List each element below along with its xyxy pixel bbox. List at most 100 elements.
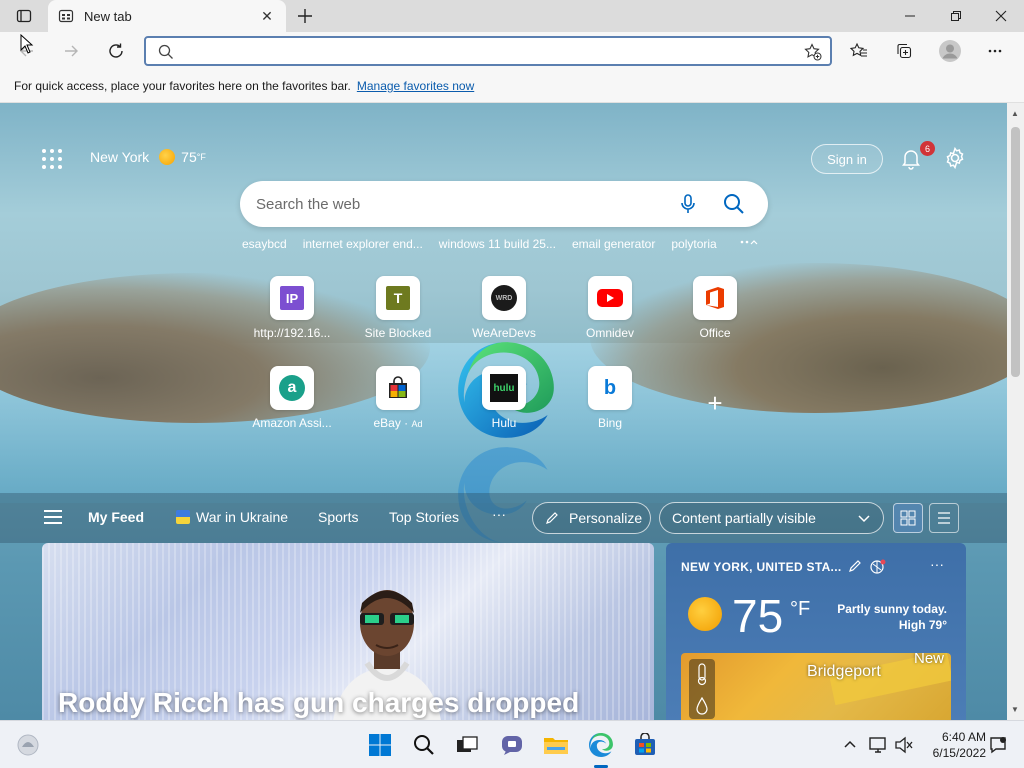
weather-more-icon[interactable]: ···	[930, 556, 944, 572]
detect-location-icon[interactable]	[869, 558, 887, 576]
shortcut-amazon-assistant[interactable]: a Amazon Assi...	[247, 366, 337, 430]
office-icon	[693, 276, 737, 320]
page-scrollbar[interactable]: ▲ ▼	[1007, 103, 1024, 720]
pencil-icon	[546, 512, 558, 524]
personalize-button[interactable]: Personalize	[532, 502, 651, 534]
profile-button[interactable]	[935, 36, 965, 66]
scroll-down-icon[interactable]: ▼	[1011, 705, 1019, 714]
weather-card[interactable]: NEW YORK, UNITED STA... ··· 75 °F Partly…	[666, 543, 966, 720]
web-search-box[interactable]: Search the web	[240, 181, 768, 227]
chat-icon	[502, 736, 522, 755]
suggestion-item[interactable]: email generator	[572, 237, 655, 251]
feed-menu-icon[interactable]	[44, 510, 62, 524]
shortcut-hulu[interactable]: hulu Hulu	[459, 366, 549, 430]
shortcut-omnidev[interactable]: Omnidev	[565, 276, 655, 340]
file-explorer-button[interactable]	[542, 731, 570, 759]
map-layer-buttons[interactable]	[689, 659, 715, 719]
store-button[interactable]	[631, 731, 659, 759]
shortcut-label: Bing	[597, 416, 623, 430]
widgets-button[interactable]	[14, 731, 42, 759]
shortcut-bing[interactable]: b Bing	[565, 366, 655, 430]
scroll-up-icon[interactable]: ▲	[1011, 109, 1019, 118]
chevron-down-icon	[858, 515, 870, 523]
feed-tab-war-in-ukraine[interactable]: War in Ukraine	[176, 509, 288, 525]
windows-taskbar: 6:40 AM 6/15/2022	[0, 720, 1024, 768]
new-tab-page: New York 75 °F Sign in 6 Search the web e…	[0, 103, 1007, 720]
shortcut-ip[interactable]: IP http://192.16...	[247, 276, 337, 340]
new-tab-button[interactable]	[292, 4, 318, 28]
task-view-button[interactable]	[453, 731, 481, 759]
close-button[interactable]	[978, 0, 1024, 32]
shortcut-wearedevs[interactable]: WRD WeAreDevs	[459, 276, 549, 340]
folder-icon	[544, 738, 568, 754]
restore-button[interactable]	[933, 0, 979, 32]
grid-layout-button[interactable]	[893, 503, 923, 533]
manage-favorites-link[interactable]: Manage favorites now	[357, 79, 474, 93]
collections-button[interactable]	[889, 36, 919, 66]
network-button[interactable]	[864, 731, 892, 759]
news-headline[interactable]: Roddy Ricch has gun charges dropped	[58, 687, 579, 719]
feed-navigation-bar: My Feed War in Ukraine Sports Top Storie…	[0, 493, 1007, 543]
scrollbar-thumb[interactable]	[1011, 127, 1020, 377]
weather-map[interactable]: Bridgeport New	[681, 653, 951, 720]
more-horizontal-icon	[988, 49, 1002, 53]
suggestion-item[interactable]: polytoria	[671, 237, 716, 251]
shortcut-label: Hulu	[491, 416, 517, 430]
feed-tab-my-feed[interactable]: My Feed	[88, 509, 144, 525]
taskbar-search-button[interactable]	[410, 731, 438, 759]
suggestion-item[interactable]: windows 11 build 25...	[439, 237, 556, 251]
volume-button[interactable]	[890, 731, 918, 759]
favorites-icon	[850, 42, 867, 57]
weather-summary[interactable]: New York 75 °F	[90, 149, 206, 165]
sunny-weather-icon	[688, 597, 722, 631]
tab-new-tab[interactable]: New tab ✕	[48, 0, 286, 32]
amazon-icon: a	[270, 366, 314, 410]
teams-chat-button[interactable]	[498, 731, 526, 759]
feed-tab-top-stories[interactable]: Top Stories	[389, 509, 459, 525]
tab-close-icon[interactable]: ✕	[258, 7, 276, 25]
tab-actions-button[interactable]	[8, 4, 40, 28]
add-favorite-icon[interactable]	[804, 43, 822, 61]
address-bar[interactable]	[144, 36, 832, 66]
edge-icon	[589, 733, 613, 757]
clock-date: 6/15/2022	[932, 746, 986, 760]
notification-center-button[interactable]	[984, 731, 1012, 759]
settings-and-more-button[interactable]	[980, 36, 1010, 66]
bing-icon: b	[588, 366, 632, 410]
ip-icon: IP	[270, 276, 314, 320]
news-card-main[interactable]: Roddy Ricch has gun charges dropped	[42, 543, 654, 720]
system-clock[interactable]: 6:40 AM 6/15/2022	[920, 729, 986, 761]
favorites-button[interactable]	[844, 36, 874, 66]
shortcut-office[interactable]: Office	[670, 276, 760, 340]
forward-button[interactable]	[56, 36, 86, 66]
start-button[interactable]	[366, 731, 394, 759]
weather-description: Partly sunny today. High 79°	[837, 602, 947, 632]
shortcut-ebay[interactable]: eBay · Ad	[353, 366, 443, 430]
shortcut-label: eBay · Ad	[373, 416, 423, 430]
refresh-button[interactable]	[101, 36, 131, 66]
show-hidden-icons-button[interactable]	[836, 731, 864, 759]
suggestion-item[interactable]: internet explorer end...	[303, 237, 423, 251]
feed-tab-sports[interactable]: Sports	[318, 509, 358, 525]
minimize-button[interactable]	[887, 0, 933, 32]
sign-in-button[interactable]: Sign in	[811, 144, 883, 174]
page-settings-gear-icon[interactable]	[943, 146, 967, 170]
shortcut-site-blocked[interactable]: T Site Blocked	[353, 276, 443, 340]
edge-taskbar-button[interactable]	[587, 731, 615, 759]
add-shortcut-button[interactable]: +	[700, 388, 730, 418]
content-visibility-dropdown[interactable]: Content partially visible	[659, 502, 884, 534]
feed-more-button[interactable]: ···	[492, 506, 506, 522]
weather-temperature: 75	[732, 590, 784, 642]
suggestions-more-icon[interactable]	[738, 235, 760, 249]
suggestion-item[interactable]: esaybcd	[242, 237, 287, 251]
clock-time: 6:40 AM	[941, 730, 986, 744]
grid-layout-icon	[900, 510, 916, 526]
search-submit-icon[interactable]	[722, 192, 746, 216]
list-layout-button[interactable]	[929, 503, 959, 533]
app-launcher-icon[interactable]	[42, 149, 62, 169]
windows-logo-icon	[369, 734, 391, 756]
title-bar: New tab ✕	[0, 0, 1024, 32]
edit-location-icon[interactable]	[848, 559, 862, 573]
microphone-icon[interactable]	[678, 193, 698, 215]
close-icon	[995, 10, 1007, 22]
